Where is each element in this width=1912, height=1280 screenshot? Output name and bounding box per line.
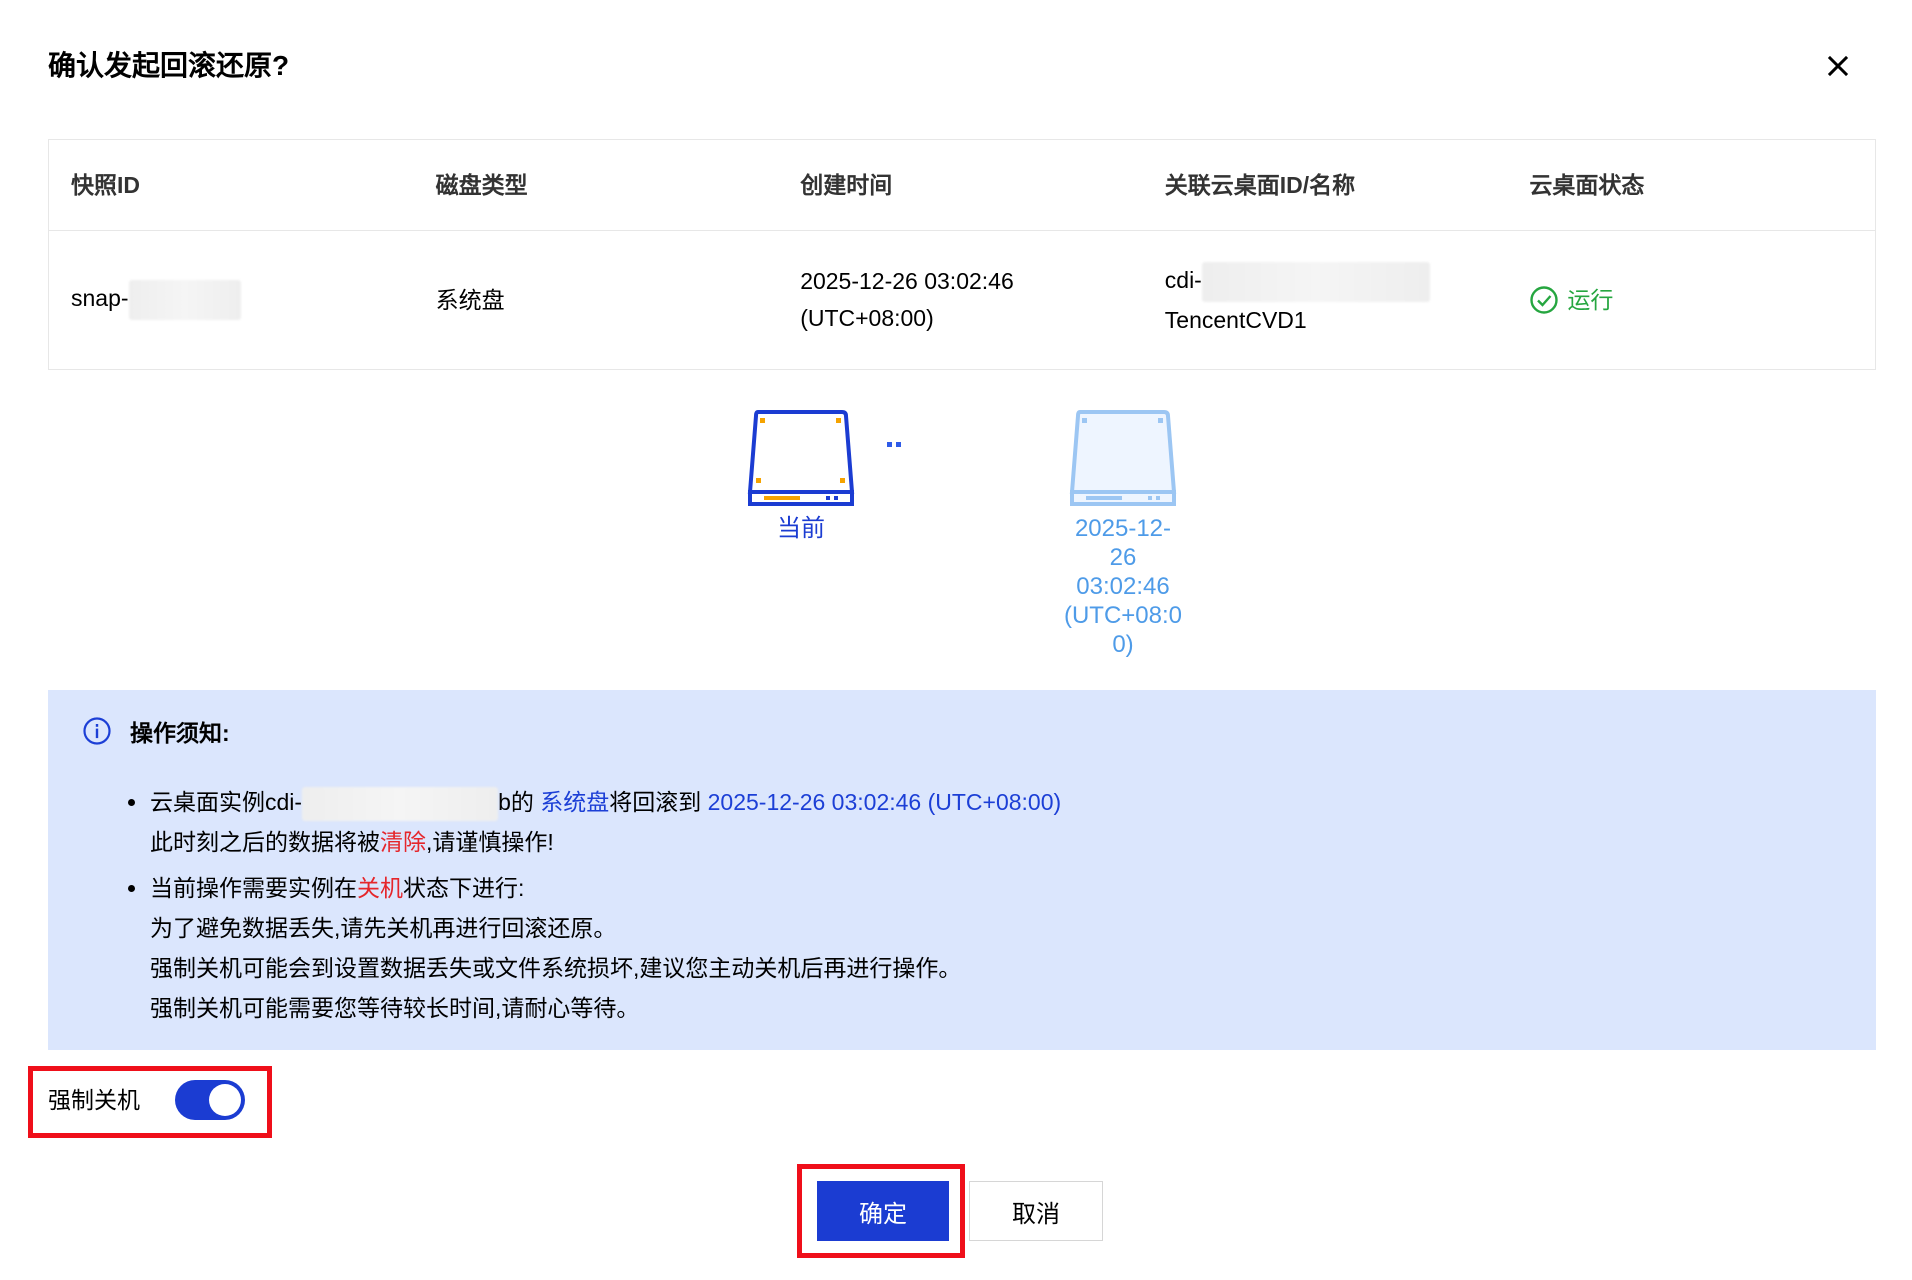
text-part: 将回滚到 <box>609 789 708 815</box>
header-snapshot-id: 快照ID <box>71 171 140 198</box>
shutdown-warning: 关机 <box>357 875 403 901</box>
rollback-time-link: 2025-12-26 03:02:46 (UTC+08:00) <box>707 789 1062 815</box>
notice-item2-line1: 当前操作需要实例在关机状态下进行: <box>150 868 1828 908</box>
created-time-line1: 2025-12-26 03:02:46 <box>800 268 1014 294</box>
text-part: 当前操作需要实例在 <box>150 875 357 901</box>
cell-disk-type: 系统盘 <box>435 286 505 313</box>
force-shutdown-label: 强制关机 <box>48 1087 140 1113</box>
status-text: 运行 <box>1567 286 1614 313</box>
cell-snapshot-id: snap- <box>49 280 414 320</box>
toggle-knob <box>209 1084 241 1116</box>
cell-desktop-id: cdi- TencentCVD1 <box>1143 261 1508 339</box>
text-part: 云桌面实例cdi- <box>150 789 303 815</box>
header-desktop-id: 关联云桌面ID/名称 <box>1164 171 1356 198</box>
snapshot-id-text: snap- <box>71 285 129 312</box>
dialog-title: 确认发起回滚还原? <box>48 50 290 81</box>
desktop-name: TencentCVD1 <box>1164 306 1307 333</box>
desktop-id-text: cdi- <box>1164 266 1202 293</box>
target-disk-label: 2025-12- 26 03:02:46 (UTC+08:0 0) <box>1043 514 1203 659</box>
notice-list: 云桌面实例cdi-b的 系统盘将回滚到 2025-12-26 03:02:46 … <box>128 782 1828 1034</box>
header-created-time: 创建时间 <box>800 171 893 198</box>
notice-title: 操作须知: <box>82 714 230 748</box>
text-part: ,请谨慎操作! <box>426 829 554 855</box>
close-button[interactable] <box>1820 48 1856 84</box>
confirm-button[interactable]: 确定 <box>817 1181 949 1241</box>
table-header-row: 快照ID 磁盘类型 创建时间 关联云桌面ID/名称 云桌面状态 <box>49 140 1875 231</box>
redacted-desktop-id <box>1201 261 1430 302</box>
table-row: snap- 系统盘 2025-12-26 03:02:46 (UTC+08:00… <box>49 231 1875 369</box>
target-label-line2: 26 <box>1109 544 1137 571</box>
cancel-button[interactable]: 取消 <box>969 1181 1103 1241</box>
notice-title-text: 操作须知: <box>130 720 230 746</box>
text-part: 此时刻之后的数据将被 <box>150 829 380 855</box>
text-part: b的 <box>498 789 541 815</box>
target-label-line4: (UTC+08:0 <box>1063 602 1183 629</box>
redacted-instance-id <box>302 786 499 821</box>
header-desktop-status: 云桌面状态 <box>1529 171 1645 198</box>
target-label-line5: 0) <box>1112 631 1134 658</box>
close-icon <box>1827 55 1849 77</box>
notice-item2-line3: 强制关机可能会到设置数据丢失或文件系统损坏,建议您主动关机后再进行操作。 <box>150 955 962 981</box>
notice-item-shutdown: 当前操作需要实例在关机状态下进行: 为了避免数据丢失,请先关机再进行回滚还原。 … <box>128 868 1828 1028</box>
header-disk-type: 磁盘类型 <box>435 171 528 198</box>
force-shutdown-toggle[interactable] <box>175 1080 245 1120</box>
check-circle-icon <box>1530 286 1559 314</box>
cell-desktop-status: 运行 <box>1507 282 1875 319</box>
desktop-id-line: cdi- <box>1164 261 1508 302</box>
system-disk-link[interactable]: 系统盘 <box>540 789 609 815</box>
cell-created-time: 2025-12-26 03:02:46 (UTC+08:00) <box>778 263 1143 337</box>
disk-connector <box>887 442 901 447</box>
text-part: 状态下进行: <box>403 875 525 901</box>
notice-item2-line2: 为了避免数据丢失,请先关机再进行回滚还原。 <box>150 915 617 941</box>
redacted-snapshot-id <box>128 280 241 320</box>
rollback-dialog: 确认发起回滚还原? 快照ID 磁盘类型 创建时间 关联云桌面ID/名称 云桌面状… <box>0 0 1912 1280</box>
status-badge: 运行 <box>1529 282 1875 319</box>
target-disk-icon <box>1069 410 1177 506</box>
target-label-line3: 03:02:46 <box>1076 573 1170 600</box>
created-time-line2: (UTC+08:00) <box>800 305 934 331</box>
notice-item2-line4: 强制关机可能需要您等待较长时间,请耐心等待。 <box>150 995 640 1021</box>
snapshot-table: 快照ID 磁盘类型 创建时间 关联云桌面ID/名称 云桌面状态 snap- 系统… <box>48 139 1876 370</box>
info-icon <box>83 717 111 745</box>
current-disk-icon <box>747 410 855 506</box>
notice-item1-line1: 云桌面实例cdi-b的 系统盘将回滚到 2025-12-26 03:02:46 … <box>150 782 1828 822</box>
target-label-line1: 2025-12- <box>1074 515 1172 542</box>
notice-item-rollback: 云桌面实例cdi-b的 系统盘将回滚到 2025-12-26 03:02:46 … <box>128 782 1828 862</box>
clear-warning: 清除 <box>380 829 426 855</box>
notice-item1-line2: 此时刻之后的数据将被清除,请谨慎操作! <box>150 822 1828 862</box>
current-disk-label: 当前 <box>777 515 825 542</box>
notice-box: 操作须知: 云桌面实例cdi-b的 系统盘将回滚到 2025-12-26 03:… <box>48 690 1876 1050</box>
